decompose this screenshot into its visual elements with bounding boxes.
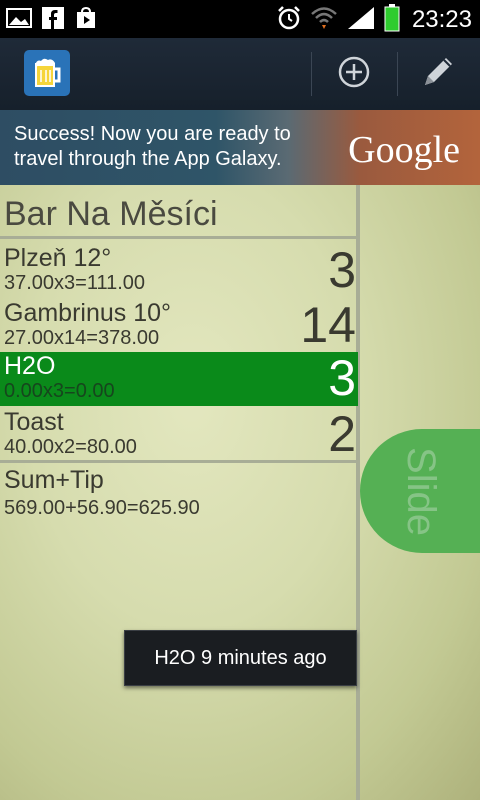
edit-pencil-icon <box>419 53 457 95</box>
action-divider <box>311 52 312 96</box>
add-button[interactable] <box>324 52 384 96</box>
edit-button[interactable] <box>408 52 468 96</box>
ad-banner[interactable]: Success! Now you are ready to travel thr… <box>0 110 480 185</box>
alarm-icon <box>276 5 302 35</box>
facebook-icon <box>42 7 64 33</box>
item-calc: 37.00x3=111.00 <box>4 272 146 294</box>
item-name: Toast <box>4 408 64 436</box>
item-name: Gambrinus 10° <box>4 299 172 327</box>
sum-value: 569.00+56.90=625.90 <box>4 497 200 519</box>
status-bar: 23:23 <box>0 0 480 38</box>
toast-message: H2O 9 minutes ago <box>124 630 357 686</box>
item-name: H2O <box>4 352 56 380</box>
main-content: Bar Na Měsíci Plzeň 12° 37.00x3=111.00 3… <box>0 185 480 800</box>
slide-button[interactable]: Slide <box>360 429 480 553</box>
item-calc: 0.00x3=0.00 <box>4 380 115 402</box>
status-time: 23:23 <box>411 6 472 33</box>
ad-brand: Google <box>348 129 460 171</box>
signal-icon <box>346 5 376 35</box>
ad-text: Success! Now you are ready to travel thr… <box>14 123 291 170</box>
battery-icon <box>384 4 400 36</box>
list-item[interactable]: Toast 40.00x2=80.00 2 <box>0 406 358 462</box>
item-count: 3 <box>328 242 356 298</box>
item-calc: 40.00x2=80.00 <box>4 436 137 458</box>
wifi-icon <box>310 5 338 35</box>
slide-label: Slide <box>398 446 443 536</box>
action-divider <box>397 52 398 96</box>
sum-label: Sum+Tip <box>4 466 104 494</box>
sum-divider <box>0 460 358 463</box>
item-calc: 27.00x14=378.00 <box>4 327 160 349</box>
bar-title: Bar Na Měsíci <box>4 195 218 233</box>
add-icon <box>337 55 371 93</box>
action-bar <box>0 38 480 111</box>
item-count: 14 <box>300 297 356 353</box>
picture-icon <box>6 7 32 33</box>
beer-mug-icon[interactable] <box>24 50 70 96</box>
item-count: 3 <box>328 350 356 406</box>
item-count: 2 <box>328 406 356 462</box>
title-divider <box>0 236 358 239</box>
play-store-icon <box>74 6 98 34</box>
list-item[interactable]: Gambrinus 10° 27.00x14=378.00 14 <box>0 297 358 353</box>
item-name: Plzeň 12° <box>4 244 112 272</box>
list-item[interactable]: Plzeň 12° 37.00x3=111.00 3 <box>0 242 358 298</box>
list-item-selected[interactable]: H2O 0.00x3=0.00 3 <box>0 350 358 406</box>
